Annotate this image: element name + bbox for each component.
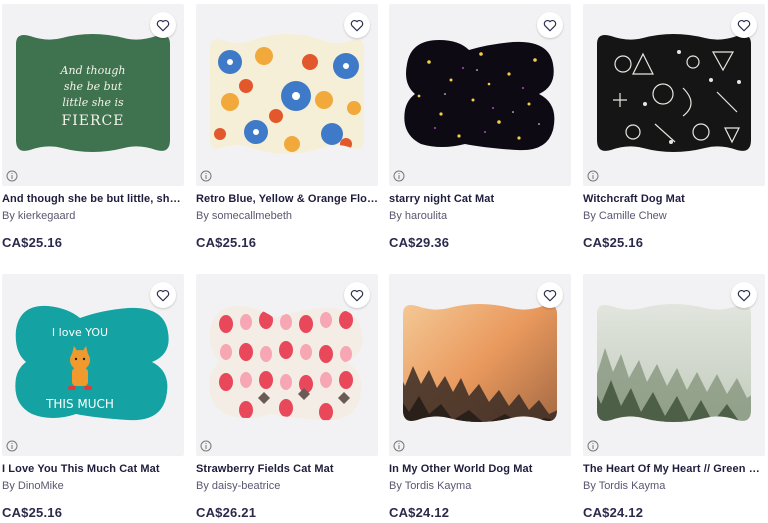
product-price: CA$24.12 (583, 505, 644, 520)
product-image[interactable]: I love YOU THIS MUCH (2, 274, 184, 456)
product-price: CA$24.12 (389, 505, 450, 520)
product-artist[interactable]: By Tordis Kayma (583, 480, 765, 492)
product-price: CA$26.21 (196, 505, 257, 520)
product-title[interactable]: The Heart Of My Heart // Green M... (583, 463, 765, 475)
heart-outline-icon[interactable] (537, 282, 563, 308)
heart-outline-icon[interactable] (150, 282, 176, 308)
product-image[interactable] (583, 274, 765, 456)
product-price: CA$25.16 (196, 235, 257, 250)
product-title[interactable]: Retro Blue, Yellow & Orange Floral ... (196, 193, 378, 205)
mat-text-line: THIS MUCH (45, 397, 114, 411)
info-circle-icon[interactable] (200, 440, 212, 452)
product-artist[interactable]: By somecallmebeth (196, 210, 378, 222)
mat-text-line: I love YOU (52, 326, 108, 339)
info-circle-icon[interactable] (587, 440, 599, 452)
product-artist[interactable]: By DinoMike (2, 480, 184, 492)
product-artist[interactable]: By daisy-beatrice (196, 480, 378, 492)
product-artist[interactable]: By Tordis Kayma (389, 480, 571, 492)
product-title[interactable]: I Love You This Much Cat Mat (2, 463, 184, 475)
product-price: CA$25.16 (583, 235, 644, 250)
heart-outline-icon[interactable] (344, 282, 370, 308)
product-image[interactable] (196, 4, 378, 186)
mat-text-line: FIERCE (62, 113, 125, 129)
info-circle-icon[interactable] (200, 170, 212, 182)
product-grid: And though she be but little she is FIER… (0, 0, 768, 523)
info-circle-icon[interactable] (393, 170, 405, 182)
mat-text-line: she be but (64, 80, 123, 93)
product-image[interactable] (389, 4, 571, 186)
product-artist[interactable]: By kierkegaard (2, 210, 184, 222)
mat-text-line: And though (60, 64, 126, 77)
product-price: CA$29.36 (389, 235, 450, 250)
heart-outline-icon[interactable] (344, 12, 370, 38)
info-circle-icon[interactable] (587, 170, 599, 182)
product-artist[interactable]: By haroulita (389, 210, 571, 222)
heart-outline-icon[interactable] (150, 12, 176, 38)
info-circle-icon[interactable] (6, 170, 18, 182)
heart-outline-icon[interactable] (731, 12, 757, 38)
info-circle-icon[interactable] (6, 440, 18, 452)
heart-outline-icon[interactable] (731, 282, 757, 308)
product-price: CA$25.16 (2, 505, 63, 520)
product-image[interactable]: And though she be but little she is FIER… (2, 4, 184, 186)
product-title[interactable]: And though she be but little, she is... (2, 193, 184, 205)
product-price: CA$25.16 (2, 235, 63, 250)
product-artist[interactable]: By Camille Chew (583, 210, 765, 222)
product-title[interactable]: In My Other World Dog Mat (389, 463, 571, 475)
product-image[interactable] (389, 274, 571, 456)
heart-outline-icon[interactable] (537, 12, 563, 38)
product-image[interactable] (196, 274, 378, 456)
product-image[interactable] (583, 4, 765, 186)
info-circle-icon[interactable] (393, 440, 405, 452)
mat-text-line: little she is (62, 96, 124, 109)
product-title[interactable]: starry night Cat Mat (389, 193, 571, 205)
product-title[interactable]: Witchcraft Dog Mat (583, 193, 765, 205)
product-title[interactable]: Strawberry Fields Cat Mat (196, 463, 378, 475)
